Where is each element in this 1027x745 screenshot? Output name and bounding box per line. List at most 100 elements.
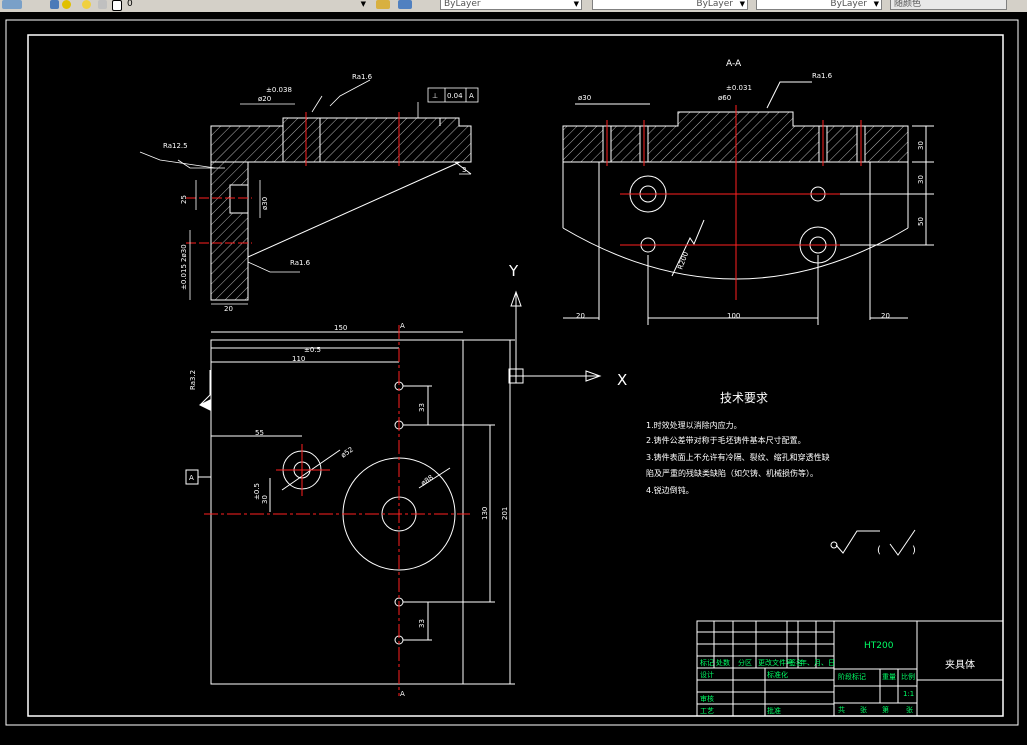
ucs-y-label: Y bbox=[508, 262, 519, 280]
tolerance-label: ±0.038 bbox=[266, 86, 292, 94]
notes-item: 陷及严重的残缺类缺陷（如欠铸、机械损伤等）。 bbox=[646, 468, 818, 478]
dimension-label: 33 bbox=[418, 619, 426, 628]
layer-manager-icon[interactable] bbox=[2, 0, 22, 9]
standardize-label: 标准化 bbox=[767, 670, 788, 679]
stage-mark-label: 阶段标记 bbox=[838, 672, 866, 681]
dimension-label: 20 bbox=[881, 312, 890, 320]
datum-label: A bbox=[400, 690, 405, 698]
chevron-down-icon: ▼ bbox=[360, 0, 366, 8]
part-name: 夹具体 bbox=[945, 658, 975, 671]
dimension-label: 20 bbox=[224, 305, 233, 313]
dimension-label: 201 bbox=[501, 507, 509, 520]
layer-states-icon[interactable] bbox=[50, 0, 59, 9]
dimension-label: 50 bbox=[917, 217, 925, 226]
section-label: A-A bbox=[726, 59, 742, 69]
ucs-icon bbox=[508, 290, 602, 384]
color-swatch-icon bbox=[112, 0, 122, 11]
gdt-symbol: ⊥ bbox=[432, 92, 438, 100]
ratio-label: 比例 bbox=[901, 672, 915, 681]
sheet-count-label: 张 bbox=[906, 705, 913, 714]
notes-item: 2.铸件公差带对称于毛坯铸件基本尺寸配置。 bbox=[646, 435, 806, 445]
cad-drawing: Ra1.6 ±0.038 ø20 ⊥ 0.04 A Ra12.5 Ra1.6 2… bbox=[5, 19, 1019, 726]
section-view bbox=[562, 81, 934, 325]
side-view-annotations bbox=[139, 79, 479, 305]
dimension-label: 30 bbox=[261, 495, 269, 504]
roughness-label: Ra1.6 bbox=[290, 259, 311, 267]
dimension-label: 110 bbox=[292, 355, 305, 363]
dimension-label: ø60 bbox=[718, 94, 731, 102]
notes-title: 技术要求 bbox=[720, 391, 768, 405]
sun-icon[interactable] bbox=[82, 0, 91, 9]
general-roughness-symbol: ( ) bbox=[830, 529, 916, 556]
gdt-datum: A bbox=[469, 92, 474, 100]
dimension-label: ±0.031 bbox=[726, 84, 752, 92]
dimension-label: 30 bbox=[917, 175, 925, 184]
technical-notes: 技术要求 1.时效处理以消除内应力。 2.铸件公差带对称于毛坯铸件基本尺寸配置。… bbox=[646, 391, 830, 495]
ucs-x-label: X bbox=[617, 371, 627, 389]
approve-label: 批准 bbox=[767, 706, 781, 715]
sheet-count-label: 第 bbox=[882, 705, 889, 714]
lightbulb-icon[interactable] bbox=[62, 0, 71, 9]
dimension-label: ±0.015 bbox=[180, 264, 188, 290]
plan-view-text: 150 A ±0.5 110 55 33 33 130 201 30 ±0.5 … bbox=[189, 322, 509, 698]
dimension-label: 2ø30 bbox=[180, 244, 188, 262]
chevron-down-icon: ▼ bbox=[873, 0, 879, 8]
row-label: 更改文件号 bbox=[758, 658, 793, 667]
notes-item: 4.锐边倒钝。 bbox=[646, 485, 694, 495]
datum-label: A bbox=[189, 474, 194, 482]
lock-icon[interactable] bbox=[98, 0, 107, 9]
row-label: 分区 bbox=[738, 658, 752, 667]
lineweight-dropdown[interactable]: ByLayer ▼ bbox=[756, 0, 882, 10]
dimension-label: 150 bbox=[334, 324, 347, 332]
dimension-label: ø88 bbox=[420, 474, 435, 488]
plotstyle-value: 随颜色 bbox=[894, 0, 922, 9]
weight-label: 重量 bbox=[882, 673, 896, 681]
dimension-label: 30 bbox=[917, 141, 925, 150]
color-dropdown[interactable]: ByLayer ▼ bbox=[440, 0, 582, 10]
sheet-count-label: 共 bbox=[838, 705, 845, 714]
plotstyle-dropdown[interactable]: 随颜色 bbox=[890, 0, 1007, 10]
chevron-down-icon: ▼ bbox=[573, 0, 579, 8]
dimension-label: ø30 bbox=[261, 197, 269, 210]
dimension-label: 55 bbox=[255, 429, 264, 437]
row-label: 标记 bbox=[700, 658, 714, 667]
layer-previous-icon[interactable] bbox=[398, 0, 412, 9]
dimension-label: ±0.5 bbox=[304, 346, 321, 354]
roughness-label: Ra1.6 bbox=[812, 72, 833, 80]
dimension-label: 100 bbox=[727, 312, 740, 320]
side-view-text: Ra1.6 ±0.038 ø20 ⊥ 0.04 A Ra12.5 Ra1.6 2… bbox=[163, 73, 474, 313]
roughness-label: Ra12.5 bbox=[163, 142, 188, 150]
roughness-label: Ra1.6 bbox=[352, 73, 373, 81]
material-label: HT200 bbox=[864, 641, 894, 651]
scale-value: 1:1 bbox=[903, 690, 914, 698]
color-value: ByLayer bbox=[444, 0, 481, 9]
side-view bbox=[210, 117, 472, 301]
review-label: 审核 bbox=[700, 694, 714, 703]
dimension-label: ±0.5 bbox=[253, 483, 261, 500]
sheet-count-label: 张 bbox=[860, 705, 867, 714]
datum-label: A bbox=[400, 322, 405, 330]
layer-value: 0 bbox=[127, 0, 133, 9]
process-label: 工艺 bbox=[700, 707, 714, 715]
layer-dropdown[interactable]: 0 ▼ bbox=[124, 0, 368, 10]
dimension-label: ø30 bbox=[578, 94, 591, 102]
dimension-label: 25 bbox=[180, 195, 188, 204]
status-strip bbox=[0, 735, 1027, 741]
dimension-label: 20 bbox=[576, 312, 585, 320]
diameter-label: ø20 bbox=[258, 95, 271, 103]
notes-item: 3.铸件表面上不允许有冷隔、裂纹、缩孔和穿透性缺 bbox=[646, 452, 830, 462]
lineweight-value: ByLayer bbox=[830, 0, 867, 9]
linetype-dropdown[interactable]: ByLayer ▼ bbox=[592, 0, 748, 10]
dimension-label: 3 bbox=[462, 166, 466, 174]
dimension-label: 130 bbox=[481, 507, 489, 520]
gdt-value: 0.04 bbox=[447, 92, 463, 100]
roughness-label: Ra3.2 bbox=[189, 370, 197, 390]
dimension-label: ø52 bbox=[340, 446, 355, 460]
notes-item: 1.时效处理以消除内应力。 bbox=[646, 420, 742, 430]
row-label: 处数 bbox=[716, 658, 730, 667]
svg-text:): ) bbox=[912, 545, 916, 556]
chevron-down-icon: ▼ bbox=[739, 0, 745, 8]
make-current-layer-icon[interactable] bbox=[376, 0, 390, 9]
drawing-canvas[interactable]: Ra1.6 ±0.038 ø20 ⊥ 0.04 A Ra12.5 Ra1.6 2… bbox=[0, 12, 1027, 741]
design-label: 设计 bbox=[700, 670, 714, 679]
